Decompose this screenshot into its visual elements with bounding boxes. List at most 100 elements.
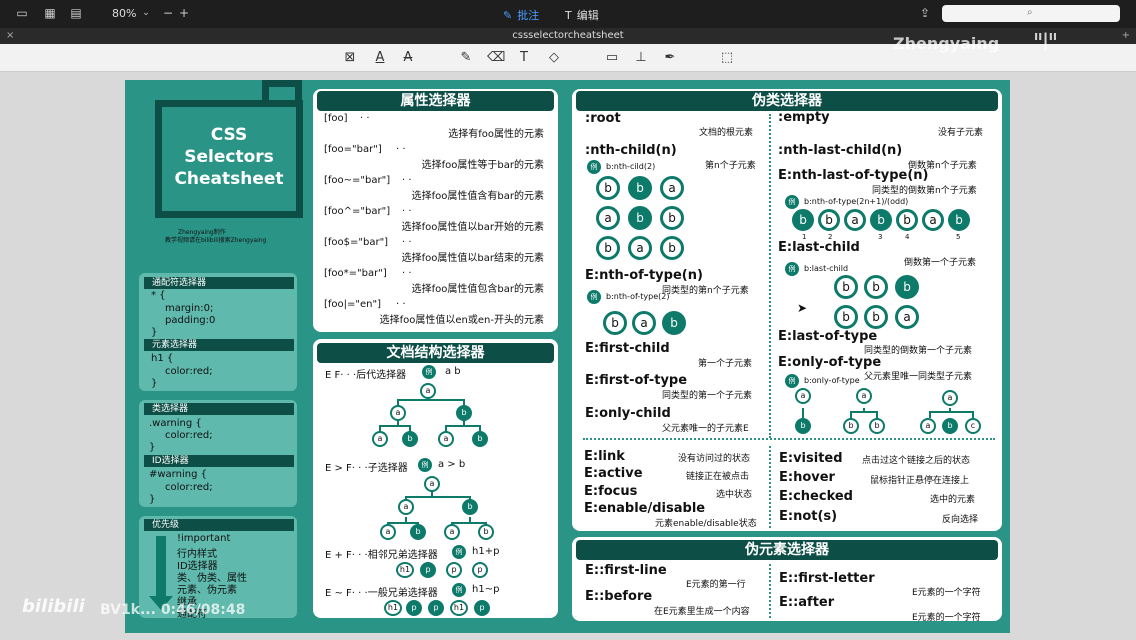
node: b — [596, 176, 620, 200]
comment-icon[interactable]: ▭ — [604, 50, 620, 66]
nth-child-desc: 第n个子元素 — [705, 161, 756, 171]
annotate-label: 批注 — [517, 9, 540, 22]
tree-node: a — [438, 431, 454, 447]
general-sibling-label: E ~ F· · ·一般兄弟选择器 — [325, 588, 438, 599]
text-edit-icon: T — [565, 8, 572, 22]
child-selector-label: E > F· · ·子选择器 — [325, 463, 408, 474]
logo-line-2: Selectors — [184, 147, 274, 167]
search-input[interactable]: ⌕ — [942, 5, 1120, 22]
attribute-selector-desc: 选择foo属性值含有bar的元素 — [411, 191, 544, 202]
signature-icon[interactable]: ✒ — [662, 50, 678, 66]
thumbnail-grid-icon[interactable]: ▦ — [42, 6, 58, 20]
zoom-in-icon[interactable]: + — [176, 6, 192, 20]
chevron-down-icon[interactable]: ⌄ — [138, 6, 154, 20]
empty-selector: :empty — [778, 110, 830, 125]
tree-node: b — [478, 524, 494, 540]
tree-node: a — [942, 390, 958, 406]
leader-dots: · · — [402, 175, 412, 186]
after-selector: E::after — [779, 595, 835, 610]
watermark-top: Zhengyaing — [893, 34, 1000, 53]
first-line-selector: E::first-line — [585, 563, 667, 578]
tree-node: a — [920, 418, 936, 434]
wildcard-title: 通配符选择器 — [144, 277, 294, 289]
row-divider — [583, 438, 995, 440]
shape-icon[interactable]: ◇ — [546, 50, 562, 66]
example-badge: 例 — [452, 545, 466, 559]
attribute-selector-desc: 选择foo属性值以bar开始的元素 — [401, 222, 544, 233]
descendant-selector-label: E F· · ·后代选择器 — [325, 370, 407, 381]
tree-node: b — [942, 418, 958, 434]
only-of-type-trees — [802, 408, 974, 418]
tree-node: b — [472, 431, 488, 447]
node: b — [628, 206, 652, 230]
node: b — [662, 311, 686, 335]
nth-last-of-type-desc: 同类型的倒数第n个子元素 — [872, 186, 977, 196]
last-child-selector: E:last-child — [778, 240, 860, 255]
example-badge: 例 — [785, 195, 799, 209]
enable-disable-desc: 元素enable/disable状态 — [655, 519, 757, 529]
last-of-type-selector: E:last-of-type — [778, 329, 878, 344]
mouse-cursor-icon: ➤ — [797, 301, 808, 315]
edit-mode-button[interactable]: T 编辑 — [565, 7, 599, 23]
sidebar-toggle-icon[interactable]: ▭ — [14, 6, 30, 20]
code-line: margin:0; — [165, 303, 214, 314]
leader-dots: · · — [396, 299, 406, 310]
node: b — [864, 275, 888, 299]
sibling-node: p — [474, 600, 490, 616]
leader-dots: · · — [402, 237, 412, 248]
pencil-icon[interactable]: ✎ — [458, 50, 474, 66]
tree-node: a — [856, 388, 872, 404]
page-view-icon[interactable]: ▤ — [68, 6, 84, 20]
share-icon[interactable]: ⇪ — [917, 6, 933, 20]
node: a — [632, 311, 656, 335]
not-desc: 反向选择 — [942, 515, 979, 525]
close-icon[interactable]: × — [6, 28, 14, 44]
zoom-level[interactable]: 80% — [112, 7, 136, 20]
watermark-bottom: BV1k... 0:46/08:48 — [100, 602, 246, 618]
tree-node: a — [444, 524, 460, 540]
node: b — [660, 206, 684, 230]
attribute-selector-desc: 选择foo属性值以en或en-开头的元素 — [379, 315, 544, 326]
adjacent-example: h1+p — [472, 546, 500, 557]
code-line: color:red; — [165, 430, 213, 441]
attribute-panel-title: 属性选择器 — [317, 91, 554, 111]
after-desc: E元素的一个字符 — [912, 613, 981, 623]
node: a — [596, 206, 620, 230]
general-sibling-example: h1~p — [472, 584, 500, 595]
node: b — [603, 311, 627, 335]
strikethrough-icon[interactable]: A — [400, 50, 416, 66]
search-icon: ⌕ — [1027, 7, 1033, 18]
stamp-icon[interactable]: ⊥ — [633, 50, 649, 66]
node: b — [834, 275, 858, 299]
eraser-icon[interactable]: ⌫ — [487, 50, 505, 66]
tree-node: b — [410, 524, 426, 540]
cheatsheet-logo: CSS Selectors Cheatsheet — [155, 100, 303, 218]
attribute-selector-code: [foo$="bar"] — [324, 237, 389, 248]
nth-child-example: b:nth-cild(2) — [606, 162, 656, 171]
tree-node: b — [456, 405, 472, 421]
underline-icon[interactable]: A — [372, 50, 388, 66]
annotate-mode-button[interactable]: ✎ 批注 — [503, 7, 539, 23]
column-divider — [769, 114, 771, 438]
priority-item: !important — [177, 533, 231, 544]
example-badge: 例 — [452, 583, 466, 597]
document-panel-title: 文档结构选择器 — [317, 343, 554, 363]
active-selector: E:active — [584, 466, 643, 481]
id-selector-title: ID选择器 — [144, 455, 294, 467]
position-number: 4 — [905, 233, 910, 241]
text-tool-icon[interactable]: T — [516, 50, 532, 66]
node: a — [628, 236, 652, 260]
add-tab-icon[interactable]: + — [1122, 28, 1130, 44]
zoom-out-icon[interactable]: − — [160, 6, 176, 20]
example-badge: 例 — [785, 262, 799, 276]
first-letter-desc: E元素的一个字符 — [912, 588, 981, 598]
crop-icon[interactable]: ⬚ — [719, 50, 735, 66]
leader-dots: · · — [396, 144, 406, 155]
root-selector: :root — [585, 111, 621, 126]
priority-arrow — [156, 536, 166, 598]
sibling-node: h1 — [384, 600, 402, 616]
class-selector-title: 类选择器 — [144, 403, 294, 415]
text-select-icon[interactable]: ⊠ — [342, 50, 358, 66]
node: b — [596, 236, 620, 260]
first-child-selector: E:first-child — [585, 341, 670, 356]
